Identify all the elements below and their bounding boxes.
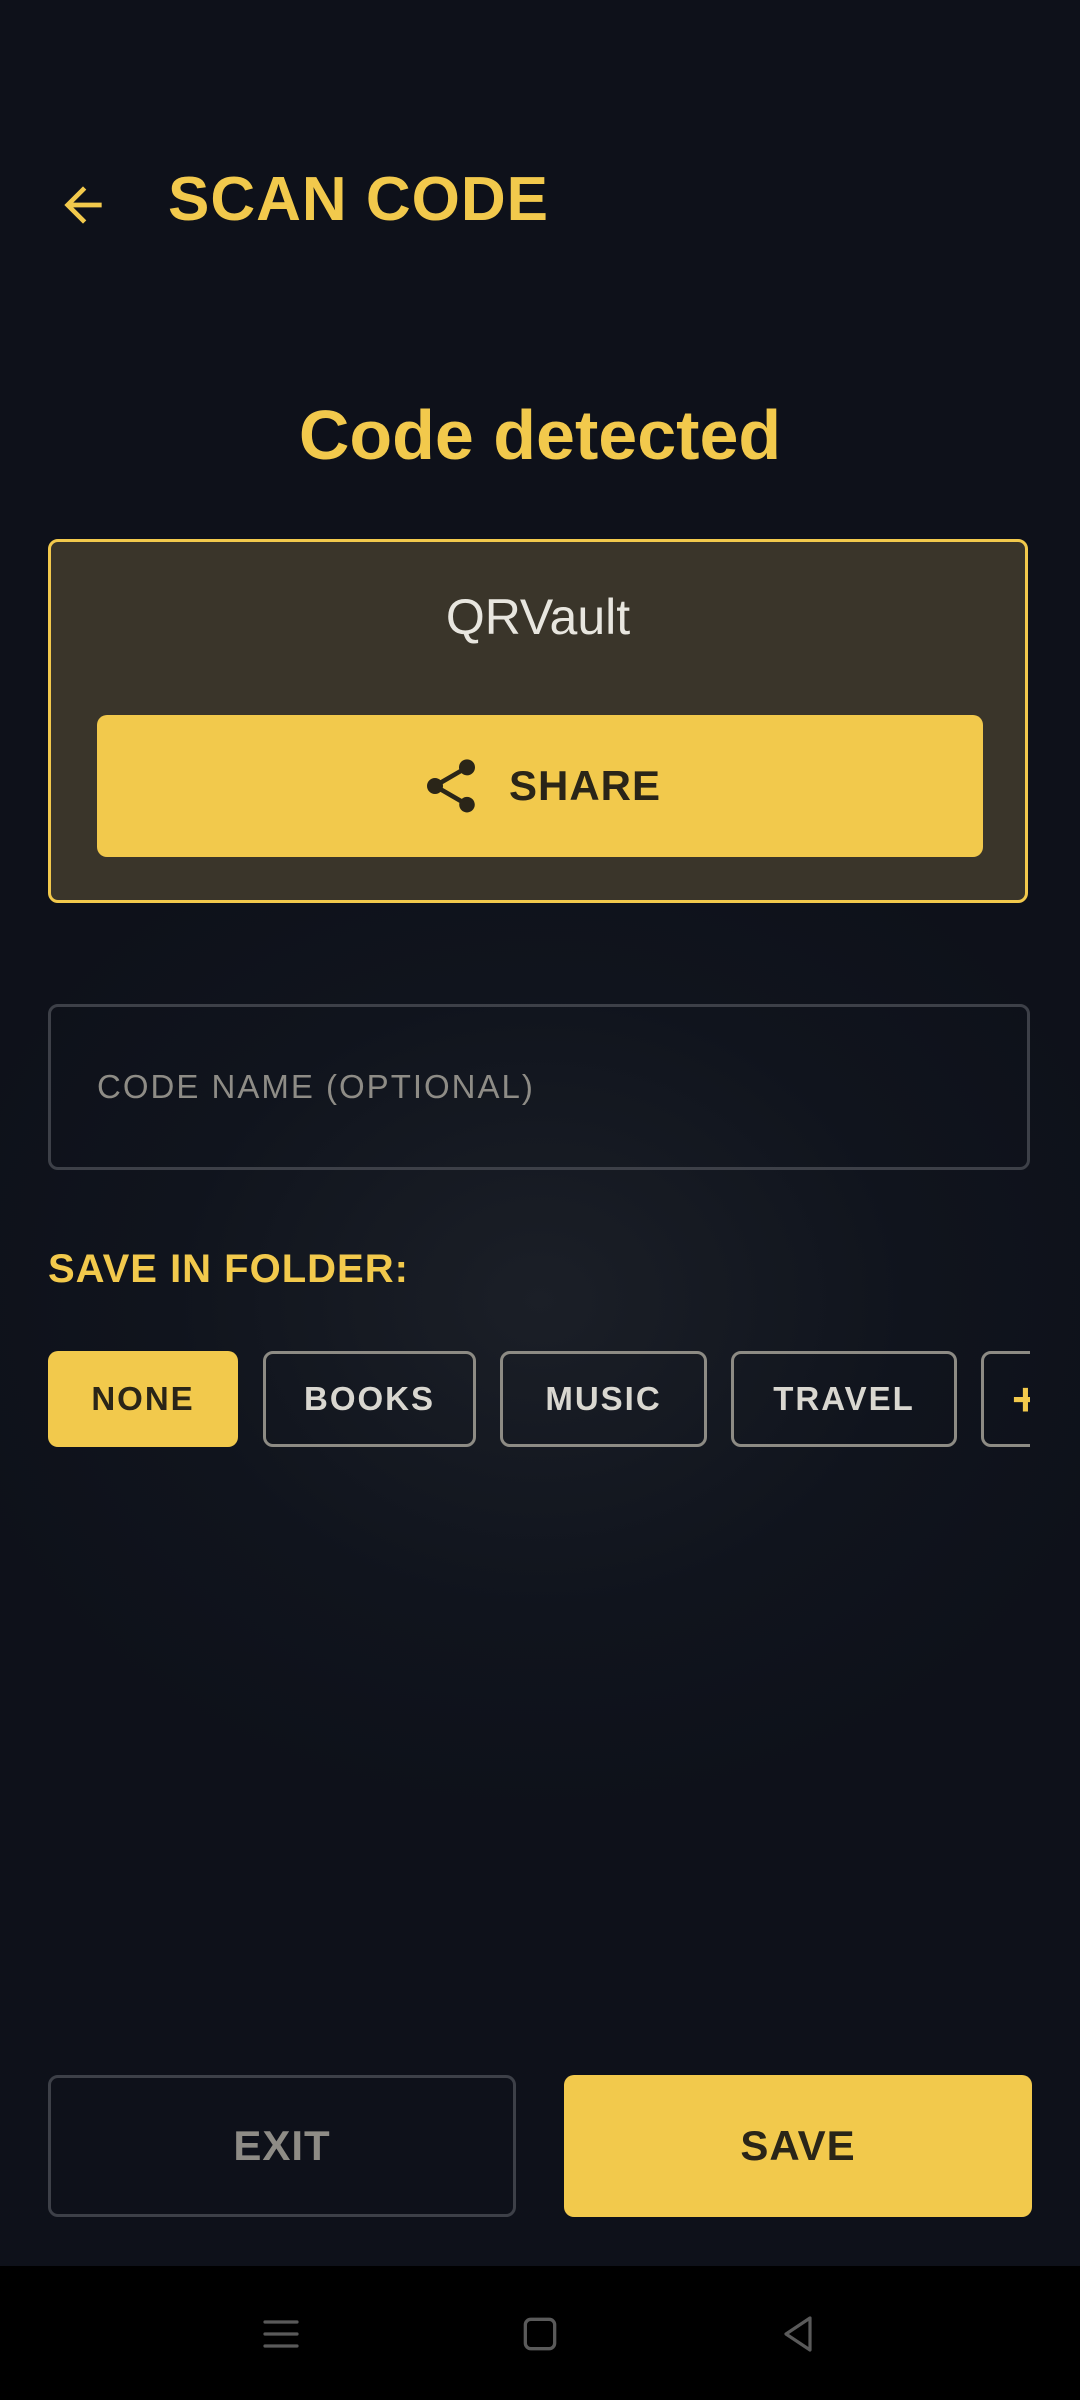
top-app-bar: SCAN CODE [0, 150, 1080, 255]
menu-icon [263, 2320, 299, 2348]
code-result-card: QRVault SHARE [48, 539, 1028, 903]
save-button[interactable]: SAVE [564, 2075, 1032, 2217]
folder-chip-none[interactable]: NONE [48, 1351, 238, 1447]
code-name-input[interactable] [48, 1004, 1030, 1170]
screen-title: SCAN CODE [168, 165, 550, 234]
code-value: QRVault [445, 589, 631, 645]
add-folder-chip[interactable]: + [981, 1351, 1030, 1447]
home-icon [523, 2317, 557, 2351]
system-navigation-bar [0, 2266, 1080, 2400]
folder-chip-travel[interactable]: TRAVEL [731, 1351, 957, 1447]
detected-heading: Code detected [298, 396, 782, 474]
folder-chip-music[interactable]: MUSIC [500, 1351, 707, 1447]
back-button[interactable] [48, 170, 118, 240]
share-button[interactable]: SHARE [97, 715, 983, 857]
folder-chip-books[interactable]: BOOKS [263, 1351, 476, 1447]
share-icon [419, 754, 483, 818]
folder-chips-scroller[interactable]: NONE BOOKS MUSIC TRAVEL + [48, 1351, 1030, 1447]
arrow-left-icon [64, 186, 102, 224]
exit-button[interactable]: EXIT [48, 2075, 516, 2217]
recent-apps-button[interactable] [241, 2294, 321, 2374]
back-triangle-icon [784, 2316, 812, 2352]
home-button[interactable] [500, 2294, 580, 2374]
share-label: SHARE [508, 762, 662, 809]
scan-result-screen: SCAN CODE Code detected QRVault SHARE SA… [0, 0, 1080, 2400]
save-in-folder-label: SAVE IN FOLDER: [48, 1247, 409, 1291]
system-back-button[interactable] [758, 2294, 838, 2374]
